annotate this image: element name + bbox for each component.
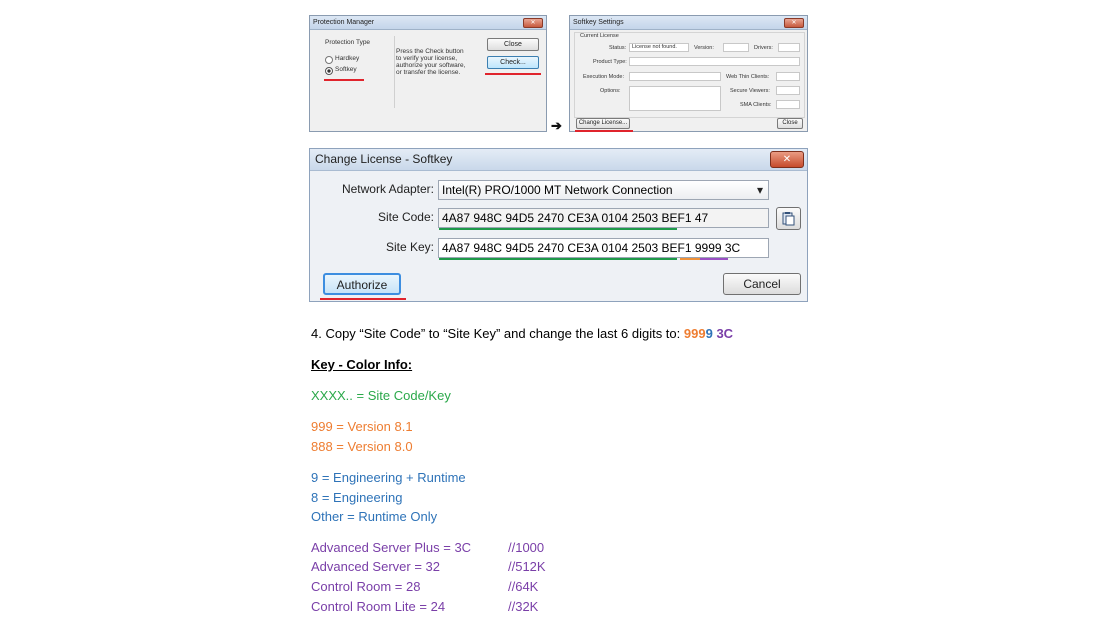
key-runtime-only: Other = Runtime Only: [311, 509, 438, 524]
description-line: or transfer the license.: [396, 69, 461, 76]
drivers-label: Drivers:: [754, 45, 773, 51]
cancel-button[interactable]: Cancel: [723, 273, 801, 295]
status-field: License not found.: [629, 43, 689, 52]
copy-site-code-button[interactable]: [776, 207, 801, 230]
tier-comment: //512K: [508, 559, 546, 574]
key-engineering: 8 = Engineering: [311, 490, 403, 505]
protection-description: Press the Check button to verify your li…: [396, 48, 465, 76]
radio-hardkey[interactable]: Hardkey: [325, 55, 385, 64]
protection-type-label: Protection Type: [325, 39, 371, 46]
radio-hardkey-label: Hardkey: [335, 55, 360, 62]
key-engineering-runtime: 9 = Engineering + Runtime: [311, 470, 466, 485]
close-icon[interactable]: ✕: [523, 18, 543, 28]
key-site-code: XXXX.. = Site Code/Key: [311, 388, 451, 403]
check-button[interactable]: Check...: [487, 56, 539, 69]
execution-mode-label: Execution Mode:: [583, 74, 624, 80]
radio-softkey-label: Softkey: [335, 66, 357, 73]
close-button[interactable]: Close: [487, 38, 539, 51]
arrow-right-icon: ➔: [551, 118, 562, 133]
change-license-dialog: Change License - Softkey ✕ Network Adapt…: [309, 148, 808, 302]
network-adapter-value: Intel(R) PRO/1000 MT Network Connection: [442, 183, 673, 197]
softkey-settings-title: Softkey Settings: [570, 16, 807, 30]
sma-clients-label: SMA Clients:: [740, 102, 772, 108]
current-license-label: Current License: [580, 33, 619, 39]
tier-digits-highlight: [700, 258, 728, 260]
key-version-81: 999 = Version 8.1: [311, 419, 413, 434]
status-label: Status:: [609, 45, 627, 51]
version-digits-highlight: [680, 258, 700, 260]
radio-unchecked-icon: [325, 56, 333, 64]
product-type-label: Product Type:: [593, 59, 627, 65]
change-license-button[interactable]: Change License...: [576, 118, 630, 129]
instruction-step-text: 4. Copy “Site Code” to “Site Key” and ch…: [311, 326, 684, 341]
tier-comment: //32K: [508, 599, 539, 614]
close-icon[interactable]: ✕: [784, 18, 804, 28]
version-label: Version:: [694, 45, 714, 51]
description-line: to verify your license,: [396, 55, 458, 62]
site-code-highlight: [439, 228, 677, 230]
close-icon[interactable]: ✕: [770, 151, 804, 168]
clipboard-icon: [782, 212, 795, 226]
authorize-highlight: [320, 298, 406, 300]
check-highlight: [485, 73, 541, 75]
close-button[interactable]: Close: [777, 118, 803, 129]
description-line: Press the Check button: [396, 48, 464, 55]
tier-name: Control Room Lite = 24: [311, 599, 446, 614]
step-code-edition: 9: [705, 326, 713, 341]
site-code-field[interactable]: 4A87 948C 94D5 2470 CE3A 0104 2503 BEF1 …: [438, 208, 769, 228]
options-label: Options:: [600, 88, 621, 94]
drivers-field: [778, 43, 800, 52]
radio-softkey[interactable]: Softkey: [325, 66, 385, 75]
secure-viewers-field: [776, 86, 800, 95]
secure-viewers-label: Secure Viewers:: [730, 88, 770, 94]
tier-name: Advanced Server Plus = 3C: [311, 540, 472, 555]
key-version-80: 888 = Version 8.0: [311, 439, 413, 454]
change-license-highlight: [575, 130, 633, 132]
sma-clients-field: [776, 100, 800, 109]
protection-type-group: Protection Type Hardkey Softkey: [319, 36, 395, 108]
site-code-label: Site Code:: [377, 210, 434, 224]
softkey-highlight: [324, 79, 364, 81]
network-adapter-label: Network Adapter:: [341, 182, 434, 196]
authorize-button[interactable]: Authorize: [323, 273, 401, 295]
protection-manager-title: Protection Manager: [310, 16, 546, 30]
network-adapter-select[interactable]: Intel(R) PRO/1000 MT Network Connection …: [438, 180, 769, 200]
tier-name: Control Room = 28: [311, 579, 421, 594]
protection-manager-dialog: Protection Manager ✕ Protection Type Har…: [309, 15, 547, 132]
softkey-settings-dialog: Softkey Settings ✕ Current License Statu…: [569, 15, 808, 132]
description-line: authorize your software,: [396, 62, 466, 69]
tier-comment: //64K: [508, 579, 539, 594]
step-code-version: 999: [683, 326, 706, 341]
key-heading: Key - Color Info:: [311, 357, 413, 372]
web-thin-clients-label: Web Thin Clients:: [726, 74, 770, 80]
chevron-down-icon: ▾: [756, 183, 763, 197]
version-field: [723, 43, 749, 52]
tier-comment: //1000: [508, 540, 545, 555]
options-list[interactable]: [629, 86, 721, 111]
site-key-field[interactable]: 4A87 948C 94D5 2470 CE3A 0104 2503 BEF1 …: [438, 238, 769, 258]
step-code-tier: 3C: [716, 326, 734, 341]
instruction-step: 4. Copy “Site Code” to “Site Key” and ch…: [311, 326, 733, 342]
radio-checked-icon: [325, 67, 333, 75]
change-license-title: Change License - Softkey: [310, 149, 807, 171]
web-thin-clients-field: [776, 72, 800, 81]
site-key-label: Site Key:: [385, 240, 434, 254]
current-license-group: Current License Status: License not foun…: [574, 32, 805, 118]
product-type-field: [629, 57, 800, 66]
tier-name: Advanced Server = 32: [311, 559, 440, 574]
site-key-highlight: [439, 258, 677, 260]
execution-mode-field: [629, 72, 721, 81]
